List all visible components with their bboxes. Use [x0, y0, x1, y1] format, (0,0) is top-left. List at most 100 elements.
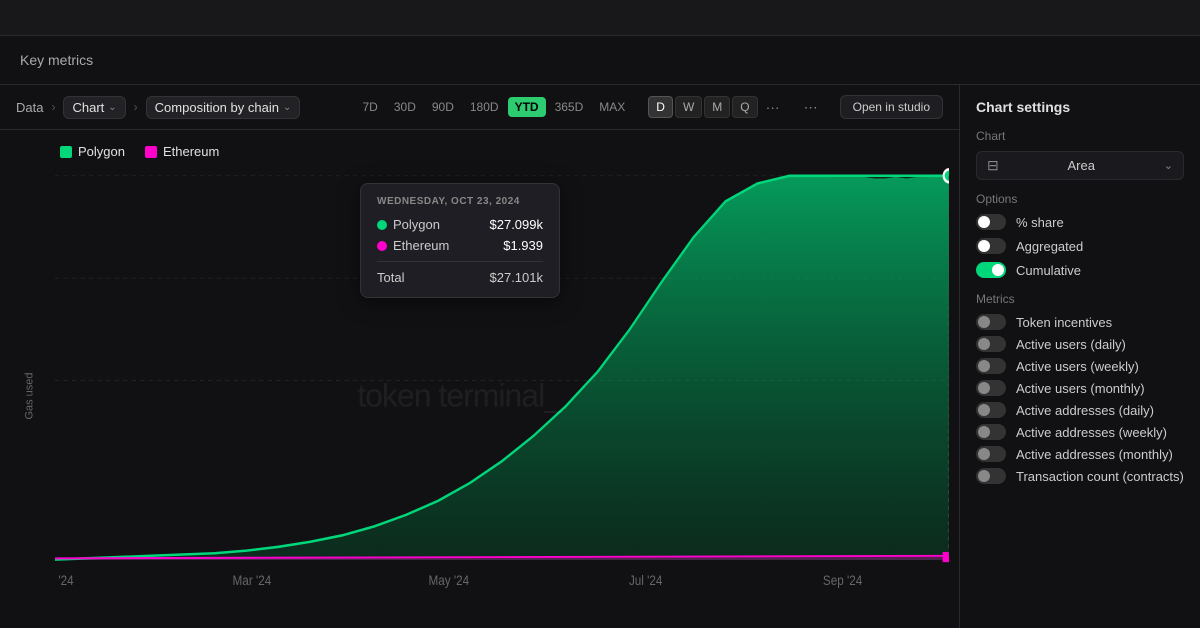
time-180d[interactable]: 180D — [463, 97, 506, 117]
tooltip-ethereum-name: Ethereum — [393, 238, 449, 253]
tooltip-ethereum-label: Ethereum — [377, 238, 449, 253]
active-users-monthly-toggle[interactable] — [976, 380, 1006, 396]
time-7d[interactable]: 7D — [356, 97, 385, 117]
metric-active-addresses-daily: Active addresses (daily) — [976, 402, 1184, 418]
sidebar: Chart settings Chart ⊟ Area ⌄ Options % … — [960, 85, 1200, 628]
time-365d[interactable]: 365D — [548, 97, 591, 117]
active-addresses-monthly-toggle[interactable] — [976, 446, 1006, 462]
transaction-count-toggle[interactable] — [976, 468, 1006, 484]
main-layout: Data › Chart ⌄ › Composition by chain ⌄ … — [0, 85, 1200, 628]
active-users-daily-toggle[interactable] — [976, 336, 1006, 352]
polygon-hover-dot — [944, 169, 949, 182]
time-controls: 7D 30D 90D 180D YTD 365D MAX — [356, 97, 633, 117]
gas-used-label: Gas used — [24, 372, 36, 419]
metric-token-incentives: Token incentives — [976, 314, 1184, 330]
active-addresses-daily-toggle[interactable] — [976, 402, 1006, 418]
chart-legend: Polygon Ethereum — [0, 140, 959, 163]
breadcrumb-sep-1: › — [51, 100, 55, 114]
time-max[interactable]: MAX — [592, 97, 632, 117]
svg-text:Sep '24: Sep '24 — [823, 572, 862, 588]
svg-text:May '24: May '24 — [428, 572, 469, 588]
tooltip-polygon-name: Polygon — [393, 217, 440, 232]
key-metrics-label: Key metrics — [20, 52, 93, 68]
metric-active-addresses-weekly: Active addresses (weekly) — [976, 424, 1184, 440]
legend-polygon-label: Polygon — [78, 144, 125, 159]
ethereum-hover-dot — [943, 552, 949, 562]
sidebar-chart-section: Chart — [976, 129, 1184, 143]
composition-select-label: Composition by chain — [155, 100, 279, 115]
period-q[interactable]: Q — [732, 96, 757, 118]
chart-type-selector[interactable]: ⊟ Area ⌄ — [976, 151, 1184, 180]
legend-ethereum-dot — [145, 146, 157, 158]
pct-share-toggle[interactable] — [976, 214, 1006, 230]
time-ytd[interactable]: YTD — [508, 97, 546, 117]
top-bar — [0, 0, 1200, 36]
tooltip-polygon-val: $27.099k — [490, 217, 544, 232]
tooltip-row-polygon: Polygon $27.099k — [377, 217, 543, 232]
active-addresses-weekly-toggle[interactable] — [976, 424, 1006, 440]
toggle-pct-share: % share — [976, 214, 1184, 230]
time-30d[interactable]: 30D — [387, 97, 423, 117]
breadcrumb-sep-2: › — [134, 100, 138, 114]
key-metrics-bar: Key metrics — [0, 36, 1200, 85]
metric-transaction-count: Transaction count (contracts) — [976, 468, 1184, 484]
period-w[interactable]: W — [675, 96, 702, 118]
tooltip-date: WEDNESDAY, OCT 23, 2024 — [377, 196, 543, 207]
tooltip-polygon-dot — [377, 220, 387, 230]
tooltip-row-ethereum: Ethereum $1.939 — [377, 238, 543, 253]
legend-polygon-dot — [60, 146, 72, 158]
time-90d[interactable]: 90D — [425, 97, 461, 117]
toggle-aggregated: Aggregated — [976, 238, 1184, 254]
aggregated-toggle[interactable] — [976, 238, 1006, 254]
period-d[interactable]: D — [648, 96, 673, 118]
breadcrumb-data: Data — [16, 100, 43, 115]
composition-select[interactable]: Composition by chain ⌄ — [146, 96, 301, 119]
more-period-btn[interactable]: ··· — [760, 96, 786, 118]
active-addresses-monthly-label: Active addresses (monthly) — [1016, 447, 1173, 462]
tooltip-total-row: Total $27.101k — [377, 270, 543, 285]
active-users-weekly-toggle[interactable] — [976, 358, 1006, 374]
period-m[interactable]: M — [704, 96, 730, 118]
chart-select-label: Chart — [72, 100, 104, 115]
tooltip-total-label: Total — [377, 270, 404, 285]
cumulative-label: Cumulative — [1016, 263, 1081, 278]
composition-select-arrow: ⌄ — [283, 102, 291, 113]
token-incentives-toggle[interactable] — [976, 314, 1006, 330]
toggle-cumulative: Cumulative — [976, 262, 1184, 278]
chart-type-arrow-icon: ⌄ — [1164, 159, 1173, 172]
tooltip-polygon-label: Polygon — [377, 217, 440, 232]
tooltip-ethereum-val: $1.939 — [503, 238, 543, 253]
tooltip-divider — [377, 261, 543, 262]
open-studio-button[interactable]: Open in studio — [840, 95, 943, 119]
period-controls: D W M Q ··· — [648, 96, 785, 118]
metric-active-addresses-monthly: Active addresses (monthly) — [976, 446, 1184, 462]
metric-active-users-weekly: Active users (weekly) — [976, 358, 1184, 374]
tooltip-ethereum-dot — [377, 241, 387, 251]
active-addresses-daily-label: Active addresses (daily) — [1016, 403, 1154, 418]
chart-header: Data › Chart ⌄ › Composition by chain ⌄ … — [0, 85, 959, 130]
chart-select[interactable]: Chart ⌄ — [63, 96, 125, 119]
svg-text:Jul '24: Jul '24 — [629, 572, 662, 588]
pct-share-label: % share — [1016, 215, 1064, 230]
tooltip-total-val: $27.101k — [490, 270, 544, 285]
transaction-count-label: Transaction count (contracts) — [1016, 469, 1184, 484]
legend-polygon: Polygon — [60, 144, 125, 159]
active-users-monthly-label: Active users (monthly) — [1016, 381, 1145, 396]
metric-active-users-monthly: Active users (monthly) — [976, 380, 1184, 396]
chart-svg-wrapper: Gas used token terminal_ WEDNESDAY, OCT … — [0, 163, 959, 628]
options-btn[interactable]: ⋯ — [798, 96, 824, 119]
svg-text:Mar '24: Mar '24 — [233, 572, 272, 588]
svg-text:Jan '24: Jan '24 — [55, 572, 74, 588]
metrics-section-label: Metrics — [976, 292, 1184, 306]
cumulative-toggle[interactable] — [976, 262, 1006, 278]
chart-type-value: Area — [1068, 158, 1095, 173]
active-users-weekly-label: Active users (weekly) — [1016, 359, 1139, 374]
legend-ethereum-label: Ethereum — [163, 144, 219, 159]
chart-body: Polygon Ethereum Gas used token terminal… — [0, 130, 959, 628]
area-chart-icon: ⊟ — [987, 157, 999, 174]
sidebar-title: Chart settings — [976, 99, 1184, 115]
active-addresses-weekly-label: Active addresses (weekly) — [1016, 425, 1167, 440]
chart-tooltip: WEDNESDAY, OCT 23, 2024 Polygon $27.099k… — [360, 183, 560, 298]
options-section-label: Options — [976, 192, 1184, 206]
aggregated-label: Aggregated — [1016, 239, 1083, 254]
